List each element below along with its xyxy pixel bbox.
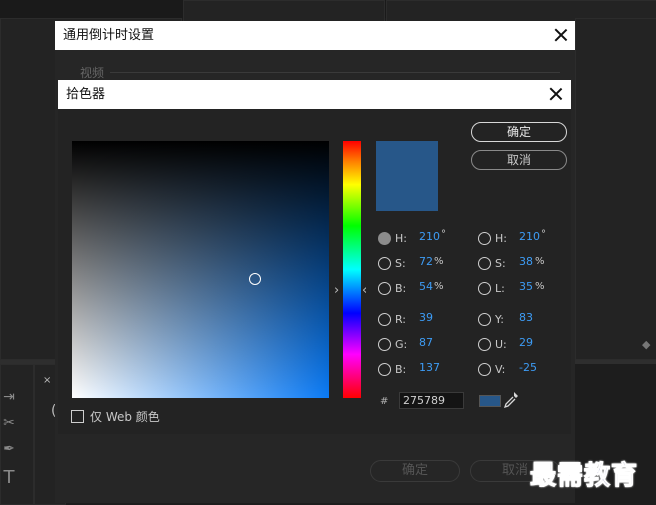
hue-slider[interactable]: [343, 141, 361, 398]
radio-rgb-g[interactable]: [378, 338, 391, 351]
selected-color-swatch: [376, 141, 438, 211]
radio-yuv-v[interactable]: [478, 363, 491, 376]
app-top-panel: [183, 0, 385, 22]
radio-yuv-u[interactable]: [478, 338, 491, 351]
hex-input[interactable]: 275789: [399, 392, 464, 409]
radio-hsb-h[interactable]: [378, 232, 391, 245]
hsl-h-label: H:: [495, 232, 507, 245]
color-field-marker[interactable]: [249, 273, 261, 285]
hue-slider-left-arrow[interactable]: ›: [334, 283, 339, 298]
section-label-video: 视频: [80, 66, 105, 80]
countdown-ok-button[interactable]: 确定: [370, 460, 460, 482]
rgb-b-label: B:: [395, 363, 407, 376]
razor-icon[interactable]: ✂: [1, 415, 17, 431]
radio-hsb-s[interactable]: [378, 257, 391, 270]
hsl-s-value[interactable]: 38: [519, 255, 533, 268]
hex-label: #: [380, 396, 389, 407]
rgb-r-value[interactable]: 39: [419, 311, 433, 324]
close-icon[interactable]: [554, 28, 568, 42]
color-picker-titlebar: 拾色器: [58, 80, 571, 109]
hsb-s-value[interactable]: 72: [419, 255, 433, 268]
app-right-panel: [575, 18, 656, 360]
hsl-s-label: S:: [495, 257, 506, 270]
tab-close-icon[interactable]: ×: [43, 375, 51, 386]
ok-button[interactable]: 确定: [471, 122, 567, 142]
watermark-text: 最需教育: [529, 461, 639, 492]
close-icon[interactable]: [549, 87, 563, 101]
rgb-b-value[interactable]: 137: [419, 361, 440, 374]
ripple-edit-icon[interactable]: ⇥: [1, 389, 17, 405]
text-tool-icon[interactable]: T: [1, 467, 17, 488]
yuv-u-label: U:: [495, 338, 507, 351]
hsb-h-unit: °: [441, 229, 446, 240]
hsb-b-value[interactable]: 54: [419, 280, 433, 293]
section-divider: [110, 72, 560, 73]
hsb-s-label: S:: [395, 257, 406, 270]
hsb-b-label: B:: [395, 282, 407, 295]
radio-rgb-r[interactable]: [378, 313, 391, 326]
radio-hsl-s[interactable]: [478, 257, 491, 270]
app-marker-icon: ◆: [642, 338, 651, 351]
hsl-l-value[interactable]: 35: [519, 280, 533, 293]
app-tools-panel: ⇥ ✂ ✒ T: [0, 364, 34, 505]
web-colors-only-checkbox[interactable]: [71, 410, 84, 423]
radio-hsb-b[interactable]: [378, 282, 391, 295]
eyedropper-icon[interactable]: [503, 391, 519, 409]
hex-color-preview: [479, 395, 501, 407]
hsb-h-label: H:: [395, 232, 407, 245]
saturation-brightness-field[interactable]: [72, 141, 329, 398]
radio-rgb-b[interactable]: [378, 363, 391, 376]
hsb-b-unit: %: [434, 281, 444, 292]
hue-slider-right-arrow[interactable]: ‹: [362, 283, 367, 298]
hsl-l-unit: %: [535, 281, 545, 292]
hsb-s-unit: %: [434, 256, 444, 267]
rgb-g-label: G:: [395, 338, 408, 351]
radio-hsl-h[interactable]: [478, 232, 491, 245]
yuv-u-value[interactable]: 29: [519, 336, 533, 349]
radio-hsl-l[interactable]: [478, 282, 491, 295]
pen-icon[interactable]: ✒: [1, 441, 17, 457]
hsb-h-value[interactable]: 210: [419, 230, 440, 243]
yuv-v-label: V:: [495, 363, 506, 376]
countdown-dialog-titlebar: 通用倒计时设置: [55, 21, 575, 50]
rgb-r-label: R:: [395, 313, 407, 326]
yuv-v-value[interactable]: -25: [519, 361, 537, 374]
yuv-y-label: Y:: [495, 313, 504, 326]
radio-yuv-y[interactable]: [478, 313, 491, 326]
hsl-l-label: L:: [495, 282, 505, 295]
cancel-button[interactable]: 取消: [471, 150, 567, 170]
yuv-y-value[interactable]: 83: [519, 311, 533, 324]
color-picker-title: 拾色器: [66, 87, 106, 102]
hsl-s-unit: %: [535, 256, 545, 267]
hsl-h-unit: °: [541, 229, 546, 240]
hsl-h-value[interactable]: 210: [519, 230, 540, 243]
countdown-dialog-title: 通用倒计时设置: [63, 28, 155, 43]
web-colors-only-label[interactable]: 仅 Web 颜色: [90, 408, 160, 425]
rgb-g-value[interactable]: 87: [419, 336, 433, 349]
